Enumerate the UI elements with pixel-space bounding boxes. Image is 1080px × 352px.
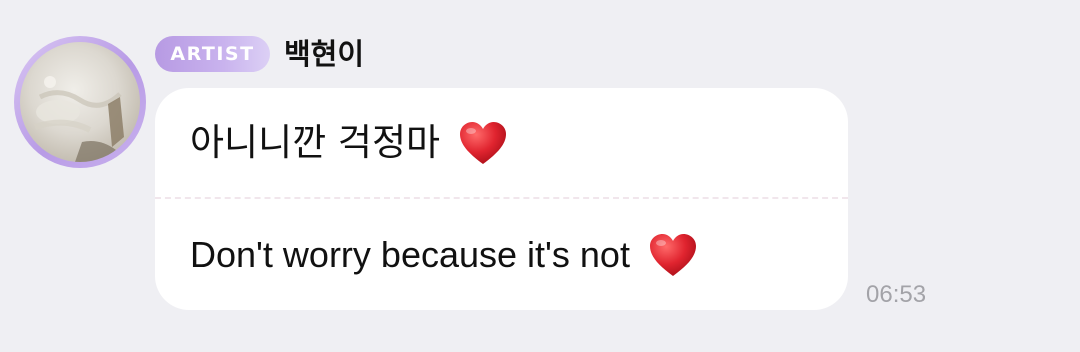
avatar[interactable] bbox=[14, 36, 146, 168]
avatar-photo-icon bbox=[20, 42, 140, 162]
heart-emoji-icon bbox=[648, 232, 698, 278]
message-translation: Don't worry because it's not bbox=[190, 225, 698, 285]
translation-divider bbox=[155, 197, 848, 199]
message-timestamp: 06:53 bbox=[866, 281, 927, 308]
artist-badge: ARTIST bbox=[155, 36, 270, 72]
heart-emoji-icon bbox=[458, 120, 508, 166]
message-original: 아니니깐 걱정마 bbox=[190, 113, 508, 173]
message-translation-text: Don't worry because it's not bbox=[190, 234, 630, 275]
author-name[interactable]: 백현이 bbox=[284, 34, 364, 74]
message-original-text: 아니니깐 걱정마 bbox=[190, 121, 441, 164]
message-bubble[interactable]: 아니니깐 걱정마 Don't worry because it's not bbox=[155, 88, 848, 310]
